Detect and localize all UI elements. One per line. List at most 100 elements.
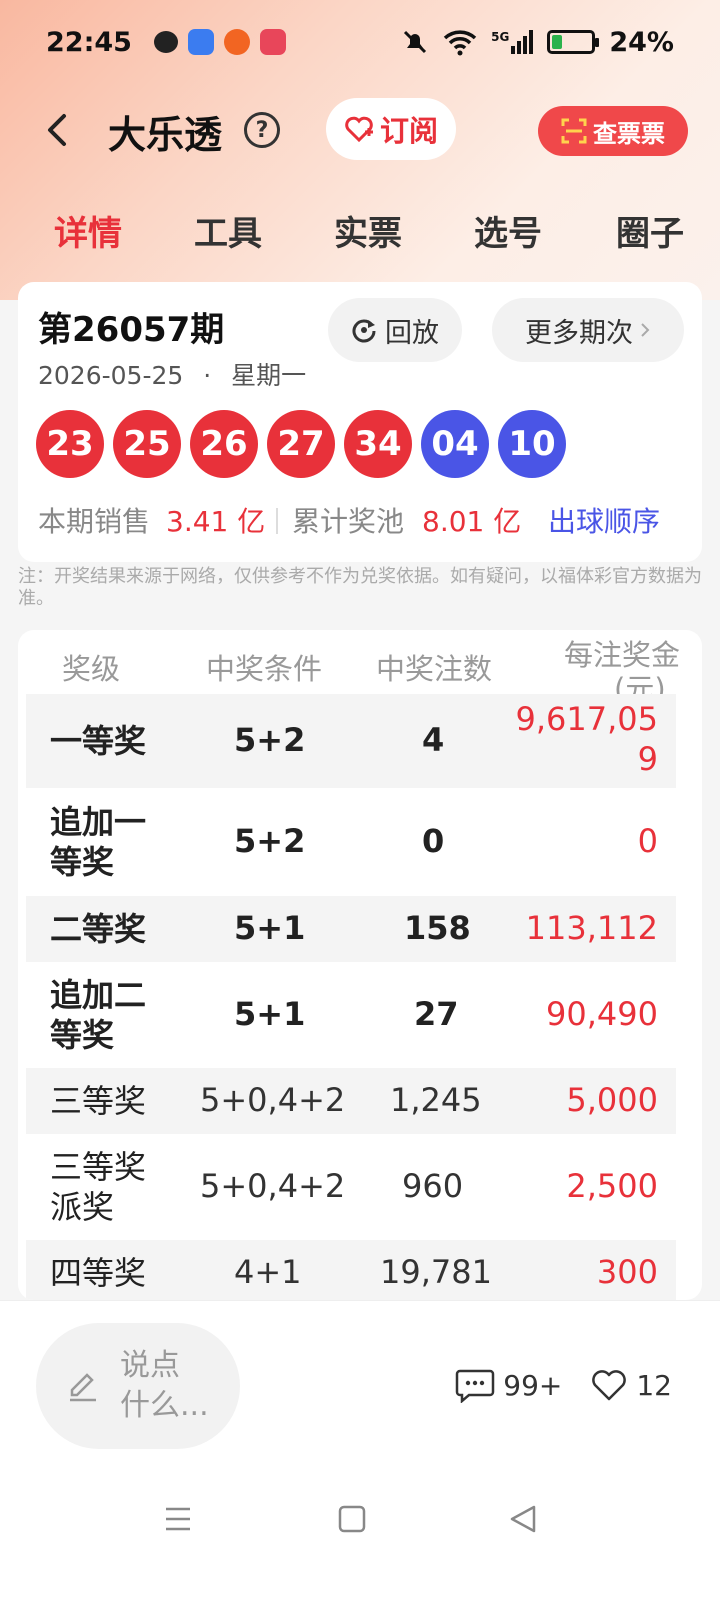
system-nav-bar [0, 1491, 720, 1551]
draw-date: 2026-05-25 [38, 361, 184, 390]
status-time: 22:45 [46, 26, 132, 58]
prize-level: 三等奖 [50, 1082, 147, 1120]
prize-level-cont: 等奖 [50, 1016, 115, 1054]
prize-level: 追加二 [50, 976, 147, 1014]
winner-count: 4 [422, 721, 445, 759]
prize-condition: 5+0,4+2 [200, 1081, 346, 1119]
ball-order-link[interactable]: 出球顺序 [548, 500, 660, 540]
like-count: 12 [636, 1368, 672, 1402]
scan-icon [561, 118, 587, 144]
date-separator: · [203, 361, 212, 390]
draw-weekday: 星期一 [231, 361, 307, 390]
blue-ball: 04 [421, 410, 489, 478]
prize-level: 追加一 [50, 803, 147, 841]
winner-count: 960 [402, 1167, 464, 1205]
table-row: 三等奖 派奖 5+0,4+2 960 2,500 [26, 1134, 676, 1240]
table-row: 追加一 等奖 5+2 0 0 [26, 788, 676, 896]
draw-result-card: 第26057期 2026-05-25 · 星期一 回放 更多期次 23 25 2… [18, 282, 702, 562]
check-ticket-button[interactable]: 查票票 [538, 106, 688, 156]
tab-circle[interactable]: 圈子 [616, 206, 684, 255]
page-title: 大乐透 [108, 113, 223, 157]
more-issues-label: 更多期次 [525, 317, 633, 349]
winner-count: 158 [404, 909, 471, 947]
help-icon[interactable]: ? [244, 112, 280, 148]
check-ticket-label: 查票票 [593, 119, 665, 148]
comment-icon [456, 1369, 495, 1403]
issue-date-line: 2026-05-25 · 星期一 [38, 356, 306, 392]
prize-table: 奖级 中奖条件 中奖注数 每注奖金 (元) 一等奖 5+2 4 9,617,05… [18, 630, 702, 1300]
table-row: 四等奖 4+1 19,781 300 [26, 1240, 676, 1300]
pool-value: 8.01 亿 [422, 505, 522, 538]
comment-input[interactable]: 说点 什么... [36, 1323, 240, 1449]
prize-level-cont: 派奖 [50, 1188, 115, 1226]
prize-table-header: 奖级 中奖条件 中奖注数 每注奖金 (元) [18, 630, 702, 706]
tab-bar: 详情 工具 实票 选号 圈子 [0, 206, 720, 262]
back-triangle-icon[interactable] [504, 1499, 544, 1539]
table-row: 三等奖 5+0,4+2 1,245 5,000 [26, 1068, 676, 1134]
prize-condition: 5+2 [234, 822, 306, 860]
chevron-right-icon [641, 323, 650, 337]
replay-icon [352, 319, 376, 343]
tab-pick-numbers[interactable]: 选号 [474, 206, 542, 255]
mute-bell-icon [404, 30, 427, 54]
network-type: 5G [491, 30, 510, 44]
prize-condition: 5+0,4+2 [200, 1167, 346, 1205]
prize-level: 一等奖 [50, 722, 147, 760]
prize-level: 二等奖 [50, 910, 147, 948]
header-condition: 中奖条件 [206, 652, 323, 686]
winner-count: 1,245 [390, 1081, 482, 1119]
replay-label: 回放 [385, 317, 439, 349]
back-arrow-icon[interactable] [38, 110, 78, 150]
prize-amount: 9,617,05 [515, 700, 659, 738]
wechat-icon [153, 31, 178, 53]
like-button[interactable]: 12 [590, 1368, 672, 1402]
wifi-icon [443, 30, 477, 56]
prize-condition: 5+1 [234, 909, 306, 947]
prize-amount: 300 [596, 1253, 658, 1291]
pencil-icon [70, 1373, 96, 1402]
tab-tools[interactable]: 工具 [194, 206, 262, 255]
tab-real-ticket[interactable]: 实票 [334, 206, 402, 255]
red-ball: 27 [267, 410, 335, 478]
prize-level: 四等奖 [50, 1254, 147, 1292]
home-square-icon[interactable] [332, 1499, 372, 1539]
battery-icon [547, 30, 600, 54]
bottom-bar: 说点 什么... 99+ 12 [0, 1300, 720, 1604]
table-row: 追加二 等奖 5+1 27 90,490 [26, 962, 676, 1068]
prize-amount: 2,500 [566, 1167, 658, 1205]
table-row: 一等奖 5+2 4 9,617,05 9 [26, 694, 676, 788]
stats-divider [276, 508, 278, 534]
subscribe-label: 订阅 [379, 114, 438, 148]
subscribe-button[interactable]: 订阅 [326, 98, 456, 160]
action-group: 99+ 12 [455, 1367, 672, 1403]
prize-amount-cont: 9 [637, 740, 658, 778]
prize-level-cont: 等奖 [50, 843, 115, 881]
signal-bars-icon [511, 30, 534, 54]
replay-button[interactable]: 回放 [328, 298, 462, 362]
red-ball: 23 [36, 410, 104, 478]
winner-count: 19,781 [380, 1253, 492, 1291]
status-bar: 22:45 5G 24% [0, 0, 720, 84]
comment-count: 99+ [503, 1368, 563, 1402]
prize-condition: 4+1 [234, 1253, 302, 1291]
status-app-icons [153, 29, 286, 55]
prize-amount: 113,112 [525, 909, 658, 947]
heart-plus-icon [345, 116, 373, 143]
table-row: 二等奖 5+1 158 113,112 [26, 896, 676, 962]
red-ball: 26 [190, 410, 258, 478]
heart-icon [592, 1370, 627, 1401]
comment-placeholder-line1: 说点 [120, 1348, 180, 1383]
comment-placeholder: 说点 什么... [120, 1346, 209, 1426]
signal-5g: 5G [491, 30, 534, 54]
comment-placeholder-line2: 什么... [120, 1388, 209, 1423]
menu-icon[interactable] [158, 1499, 198, 1539]
tab-details[interactable]: 详情 [54, 206, 122, 255]
sales-label: 本期销售 [38, 505, 151, 538]
battery-percent: 24% [609, 26, 674, 58]
prize-level: 三等奖 [50, 1148, 147, 1186]
comments-button[interactable]: 99+ [455, 1367, 562, 1403]
prize-amount: 90,490 [546, 995, 658, 1033]
more-issues-button[interactable]: 更多期次 [492, 298, 684, 362]
sales-value: 3.41 亿 [166, 505, 266, 538]
prize-condition: 5+1 [234, 995, 306, 1033]
